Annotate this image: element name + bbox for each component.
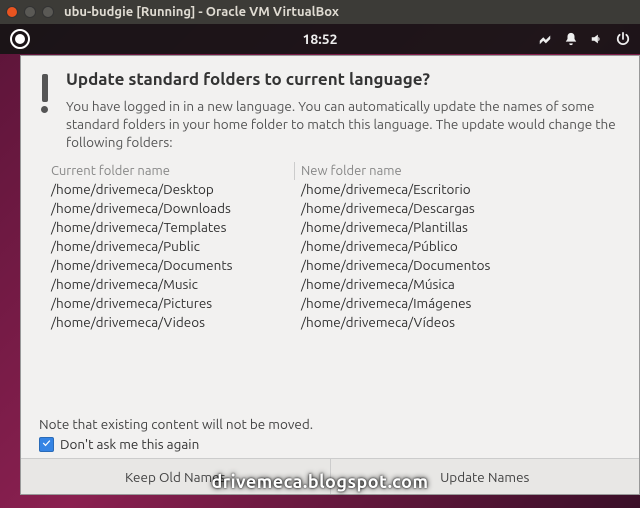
warning-icon: [41, 70, 48, 152]
cell-new: /home/drivemeca/Vídeos: [295, 313, 623, 332]
checkbox-icon[interactable]: ✓: [39, 437, 54, 452]
dialog-body-text: You have logged in in a new language. Yo…: [66, 97, 623, 152]
column-header-current[interactable]: Current folder name: [47, 162, 295, 180]
power-icon[interactable]: [616, 32, 630, 46]
cell-new: /home/drivemeca/Imágenes: [295, 294, 623, 313]
cell-new: /home/drivemeca/Documentos: [295, 256, 623, 275]
table-row[interactable]: /home/drivemeca/Documents/home/drivemeca…: [47, 256, 623, 275]
close-icon[interactable]: [6, 6, 18, 18]
cell-current: /home/drivemeca/Templates: [47, 218, 295, 237]
cell-current: /home/drivemeca/Desktop: [47, 180, 295, 199]
keep-old-names-button[interactable]: Keep Old Names: [21, 459, 331, 494]
panel-clock[interactable]: 18:52: [302, 31, 337, 47]
table-row[interactable]: /home/drivemeca/Downloads/home/drivemeca…: [47, 199, 623, 218]
minimize-icon[interactable]: [24, 6, 36, 18]
vbox-titlebar: ubu-budgie [Running] - Oracle VM Virtual…: [0, 0, 640, 24]
update-folders-dialog: Update standard folders to current langu…: [20, 55, 640, 495]
cell-current: /home/drivemeca/Public: [47, 237, 295, 256]
cell-current: /home/drivemeca/Pictures: [47, 294, 295, 313]
folders-table: Current folder name New folder name /hom…: [21, 160, 639, 412]
cell-current: /home/drivemeca/Videos: [47, 313, 295, 332]
network-icon[interactable]: [538, 32, 552, 46]
update-names-button[interactable]: Update Names: [331, 459, 640, 494]
cell-current: /home/drivemeca/Documents: [47, 256, 295, 275]
table-row[interactable]: /home/drivemeca/Templates/home/drivemeca…: [47, 218, 623, 237]
cell-new: /home/drivemeca/Música: [295, 275, 623, 294]
table-row[interactable]: /home/drivemeca/Music/home/drivemeca/Mús…: [47, 275, 623, 294]
notifications-icon[interactable]: [564, 32, 578, 46]
table-row[interactable]: /home/drivemeca/Videos/home/drivemeca/Ví…: [47, 313, 623, 332]
cell-current: /home/drivemeca/Music: [47, 275, 295, 294]
cell-new: /home/drivemeca/Plantillas: [295, 218, 623, 237]
budgie-menu-icon[interactable]: [10, 29, 30, 49]
table-row[interactable]: /home/drivemeca/Pictures/home/drivemeca/…: [47, 294, 623, 313]
cell-new: /home/drivemeca/Público: [295, 237, 623, 256]
cell-new: /home/drivemeca/Escritorio: [295, 180, 623, 199]
column-header-new[interactable]: New folder name: [295, 162, 623, 180]
cell-new: /home/drivemeca/Descargas: [295, 199, 623, 218]
dialog-heading: Update standard folders to current langu…: [66, 70, 623, 89]
sound-icon[interactable]: [590, 32, 604, 46]
dont-ask-checkbox[interactable]: ✓ Don't ask me this again: [21, 434, 639, 458]
desktop-panel: 18:52: [0, 24, 640, 54]
table-row[interactable]: /home/drivemeca/Desktop/home/drivemeca/E…: [47, 180, 623, 199]
dialog-note: Note that existing content will not be m…: [21, 412, 639, 434]
dialog-buttons: Keep Old Names Update Names: [21, 458, 639, 494]
cell-current: /home/drivemeca/Downloads: [47, 199, 295, 218]
maximize-icon[interactable]: [42, 6, 54, 18]
checkbox-label: Don't ask me this again: [60, 436, 199, 452]
table-row[interactable]: /home/drivemeca/Public/home/drivemeca/Pú…: [47, 237, 623, 256]
window-controls: [6, 6, 54, 18]
vbox-title: ubu-budgie [Running] - Oracle VM Virtual…: [64, 5, 339, 19]
